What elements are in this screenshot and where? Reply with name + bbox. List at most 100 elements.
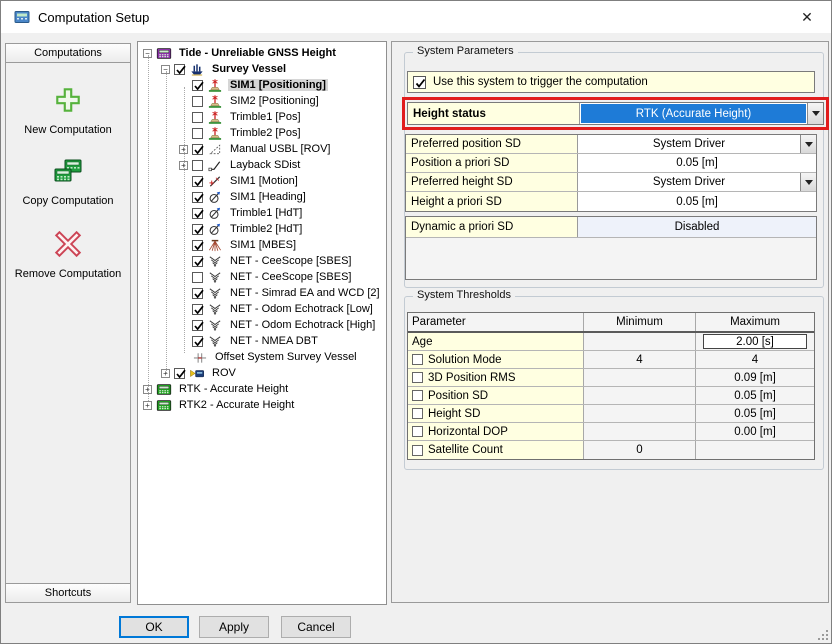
tree-row[interactable]: Trimble1 [Pos] xyxy=(138,109,386,125)
tree-row[interactable]: Trimble2 [HdT] xyxy=(138,221,386,237)
col-minimum: Minimum xyxy=(584,313,696,331)
tree-row[interactable]: +RTK2 - Accurate Height xyxy=(138,397,386,413)
tree-row[interactable]: Trimble1 [HdT] xyxy=(138,205,386,221)
tree-checkbox[interactable] xyxy=(174,64,185,75)
tree-row[interactable]: NET - CeeScope [SBES] xyxy=(138,269,386,285)
tree-checkbox[interactable] xyxy=(192,160,203,171)
sd-row-value[interactable]: System Driver xyxy=(578,173,800,191)
threshold-min-cell[interactable]: 4 xyxy=(584,351,696,368)
window-title: Computation Setup xyxy=(38,10,149,25)
sd-dropdown-button[interactable] xyxy=(800,173,816,191)
tree-checkbox[interactable] xyxy=(192,256,203,267)
resize-grip[interactable] xyxy=(816,628,828,640)
tree-row[interactable]: SIM1 [Heading] xyxy=(138,189,386,205)
threshold-max-cell[interactable]: 0.09 [m] xyxy=(696,369,814,386)
cancel-button[interactable]: Cancel xyxy=(281,616,351,638)
tree-row[interactable]: −Tide - Unreliable GNSS Height xyxy=(138,45,386,61)
threshold-checkbox[interactable] xyxy=(412,408,423,419)
tree-row[interactable]: NET - NMEA DBT xyxy=(138,333,386,349)
tree-row[interactable]: NET - Odom Echotrack [High] xyxy=(138,317,386,333)
threshold-checkbox[interactable] xyxy=(412,426,423,437)
threshold-min-cell[interactable] xyxy=(584,405,696,422)
tree-row[interactable]: SIM1 [Motion] xyxy=(138,173,386,189)
tree-checkbox[interactable] xyxy=(192,304,203,315)
tree-guide-line xyxy=(148,55,149,401)
threshold-min-cell[interactable] xyxy=(584,369,696,386)
tree-checkbox[interactable] xyxy=(192,192,203,203)
threshold-checkbox[interactable] xyxy=(412,372,423,383)
tree-checkbox[interactable] xyxy=(192,288,203,299)
threshold-checkbox[interactable] xyxy=(412,390,423,401)
remove-x-icon xyxy=(53,229,83,259)
tree-expander-plus[interactable]: + xyxy=(143,401,152,410)
tree-checkbox[interactable] xyxy=(192,336,203,347)
threshold-max-edit-field[interactable]: 2.00 [s] xyxy=(703,334,807,349)
sidebar-action-copy-computation[interactable]: Copy Computation xyxy=(6,158,130,207)
layback-icon xyxy=(207,158,224,173)
tree-checkbox[interactable] xyxy=(192,240,203,251)
close-icon[interactable]: ✕ xyxy=(797,8,817,26)
threshold-min-cell[interactable] xyxy=(584,423,696,440)
system-thresholds-title: System Thresholds xyxy=(413,289,515,301)
threshold-min-cell[interactable] xyxy=(584,387,696,404)
tree-row[interactable]: Trimble2 [Pos] xyxy=(138,125,386,141)
tree-row[interactable]: +RTK - Accurate Height xyxy=(138,381,386,397)
tree-checkbox[interactable] xyxy=(192,96,203,107)
threshold-max-cell[interactable]: 0.05 [m] xyxy=(696,387,814,404)
ok-button[interactable]: OK xyxy=(119,616,189,638)
calculator-green-icon xyxy=(156,398,173,413)
tree-item-label: Trimble1 [Pos] xyxy=(228,111,303,123)
tree-checkbox[interactable] xyxy=(192,80,203,91)
tree-row[interactable]: +Manual USBL [ROV] xyxy=(138,141,386,157)
height-status-value[interactable]: RTK (Accurate Height) xyxy=(581,104,806,123)
tree-row[interactable]: NET - CeeScope [SBES] xyxy=(138,253,386,269)
threshold-min-cell[interactable]: 0 xyxy=(584,441,696,459)
shortcuts-header[interactable]: Shortcuts xyxy=(6,583,130,602)
threshold-max-cell[interactable]: 2.00 [s] xyxy=(696,333,814,350)
threshold-max-cell[interactable]: 4 xyxy=(696,351,814,368)
sidebar-action-new-computation[interactable]: New Computation xyxy=(6,85,130,136)
threshold-max-cell[interactable]: 0.05 [m] xyxy=(696,405,814,422)
sd-dropdown-button[interactable] xyxy=(800,135,816,153)
tree-checkbox[interactable] xyxy=(192,272,203,283)
echosounder-icon xyxy=(207,334,224,349)
tree-row[interactable]: SIM1 [MBES] xyxy=(138,237,386,253)
sidebar-action-remove-computation[interactable]: Remove Computation xyxy=(6,229,130,280)
tree-checkbox[interactable] xyxy=(192,320,203,331)
tree-checkbox[interactable] xyxy=(192,176,203,187)
tree-checkbox[interactable] xyxy=(174,368,185,379)
tree-row[interactable]: NET - Odom Echotrack [Low] xyxy=(138,301,386,317)
sd-row: Height a priori SD 0.05 [m] xyxy=(406,192,816,211)
computations-header[interactable]: Computations xyxy=(6,44,130,63)
threshold-min-cell[interactable] xyxy=(584,333,696,350)
sidebar-action-label: Copy Computation xyxy=(6,195,130,207)
threshold-checkbox[interactable] xyxy=(412,354,423,365)
tree-checkbox[interactable] xyxy=(192,128,203,139)
sd-row-value[interactable]: System Driver xyxy=(578,135,800,153)
tree-row[interactable]: SIM1 [Positioning] xyxy=(138,77,386,93)
tree-checkbox[interactable] xyxy=(192,144,203,155)
threshold-max-value: 0.05 [m] xyxy=(734,408,776,420)
tree-checkbox[interactable] xyxy=(192,112,203,123)
dynamic-sd-value[interactable]: Disabled xyxy=(578,217,816,237)
threshold-checkbox[interactable] xyxy=(412,445,423,456)
tree-row[interactable]: SIM2 [Positioning] xyxy=(138,93,386,109)
tree-row[interactable]: NET - Simrad EA and WCD [2] xyxy=(138,285,386,301)
gnss-antenna-icon xyxy=(207,110,224,125)
tree-checkbox[interactable] xyxy=(192,224,203,235)
tree-row[interactable]: +Layback SDist xyxy=(138,157,386,173)
sd-row-value[interactable]: 0.05 [m] xyxy=(578,154,816,172)
tree-row[interactable]: −Survey Vessel xyxy=(138,61,386,77)
trigger-checkbox[interactable] xyxy=(413,76,426,89)
sd-row-value[interactable]: 0.05 [m] xyxy=(578,192,816,211)
tree-checkbox[interactable] xyxy=(192,208,203,219)
threshold-max-cell[interactable] xyxy=(696,441,814,459)
chevron-down-icon xyxy=(805,180,813,185)
tree-row[interactable]: +ROV xyxy=(138,365,386,381)
apply-button[interactable]: Apply xyxy=(199,616,269,638)
threshold-max-cell[interactable]: 0.00 [m] xyxy=(696,423,814,440)
tree-item-label: SIM1 [Positioning] xyxy=(228,79,328,91)
height-status-dropdown-button[interactable] xyxy=(807,103,823,124)
tree-row[interactable]: Offset System Survey Vessel xyxy=(138,349,386,365)
app-calculator-icon xyxy=(14,9,30,25)
